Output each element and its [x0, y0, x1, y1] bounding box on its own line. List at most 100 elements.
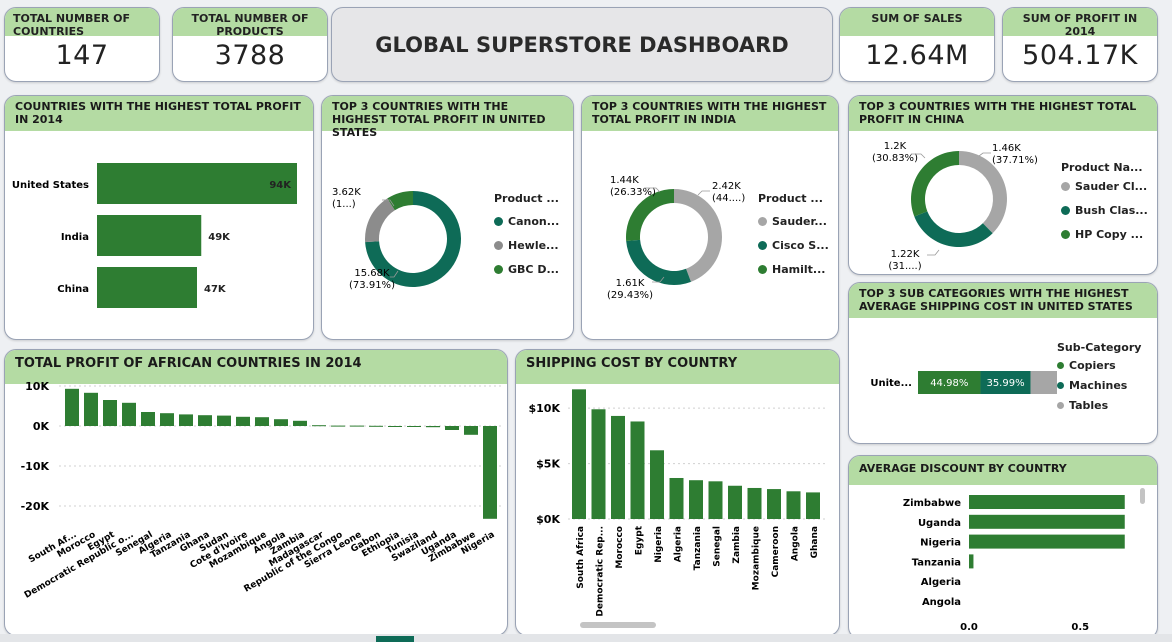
bar — [483, 426, 497, 519]
y-tick-label: 10K — [25, 380, 49, 393]
x-tick-label: Egypt — [635, 525, 645, 555]
y-tick-label: -10K — [21, 460, 50, 473]
legend-item[interactable]: Bush Clas... — [1061, 204, 1148, 217]
legend-dot-icon — [494, 241, 503, 250]
legend-label: Hamilt... — [772, 263, 826, 276]
india-top3-card: TOP 3 COUNTRIES WITH THE HIGHEST TOTAL P… — [581, 95, 839, 340]
shipping-cost-card: SHIPPING COST BY COUNTRY $10K $5K $0K South… — [515, 349, 840, 636]
category-label: Angola — [922, 597, 961, 608]
bar — [747, 487, 762, 519]
kpi-label: TOTAL NUMBER OF COUNTRIES — [5, 8, 159, 38]
bar — [97, 163, 297, 204]
data-label-pct: (1...) — [332, 199, 356, 210]
y-tick-label: $10K — [529, 402, 561, 415]
data-label: 35.99% — [986, 378, 1024, 389]
data-label: 94K — [269, 180, 292, 191]
bar — [217, 415, 231, 426]
data-label-value: 1.61K — [616, 278, 645, 289]
data-label-pct: (73.91%) — [349, 280, 395, 291]
bar — [969, 534, 1125, 549]
data-label-value: 1.46K — [992, 143, 1021, 154]
data-label-pct: (30.83%) — [872, 153, 918, 164]
legend-item[interactable]: Cisco S... — [758, 239, 829, 252]
bar — [445, 426, 459, 430]
avg-discount-bar-chart: 0.0 0.5 Zimbabwe Uganda Nigeria Tanzania Alger… — [903, 495, 1125, 633]
bar — [331, 425, 345, 427]
active-page-tab[interactable] — [376, 636, 414, 642]
bar — [728, 485, 742, 519]
kpi-sales-card: SUM OF SALES 12.64M — [839, 7, 995, 82]
x-tick-label: Morocco — [615, 526, 625, 569]
legend-dot-icon — [1057, 362, 1064, 369]
bar — [369, 425, 383, 427]
kpi-products-card: TOTAL NUMBER OF PRODUCTS 3788 — [172, 7, 328, 82]
x-tick-label: Democratic Rep... — [596, 526, 606, 617]
bar — [650, 450, 664, 519]
africa-profit-bar-chart: 10K0K-10K-20KSouth Af...MoroccoEgyptDemo… — [21, 380, 501, 601]
legend-label: Cisco S... — [772, 239, 829, 252]
category-label: Unite... — [870, 378, 912, 389]
legend-dot-icon — [1061, 230, 1070, 239]
legend-item[interactable]: Sauder... — [758, 215, 829, 228]
bar — [786, 491, 801, 519]
legend-label: Tables — [1069, 399, 1109, 412]
kpi-label: SUM OF SALES — [840, 8, 994, 36]
category-label: Algeria — [921, 577, 961, 588]
data-label-value: 1.44K — [610, 175, 639, 186]
us-top3-card: TOP 3 COUNTRIES WITH THE HIGHEST TOTAL P… — [321, 95, 574, 340]
data-label-value: 3.62K — [332, 187, 361, 198]
legend-dot-icon — [758, 265, 767, 274]
data-label: 44.98% — [930, 378, 968, 389]
bar — [388, 426, 402, 427]
legend: Product Na... Sauder Cl... Bush Clas... … — [1061, 161, 1148, 252]
category-label: Tanzania — [912, 557, 961, 568]
legend-item[interactable]: Copiers — [1057, 359, 1141, 372]
data-label-value: 2.42K — [712, 181, 741, 192]
kpi-label: TOTAL NUMBER OF PRODUCTS — [173, 8, 327, 38]
legend-label: Copiers — [1069, 359, 1116, 372]
data-label-pct: (37.71%) — [992, 155, 1038, 166]
legend-label: Sauder Cl... — [1075, 180, 1148, 193]
data-label-value: 15.68K — [354, 268, 390, 279]
bar — [630, 421, 645, 519]
kpi-value: 504.17K — [1022, 40, 1138, 71]
legend-item[interactable]: Hamilt... — [758, 263, 829, 276]
bar — [689, 480, 703, 519]
kpi-value: 3788 — [214, 40, 286, 71]
x-tick-label: Senegal — [713, 526, 723, 567]
legend-item[interactable]: Sauder Cl... — [1061, 180, 1148, 193]
bar — [312, 425, 326, 427]
avg-discount-card: AVERAGE DISCOUNT BY COUNTRY 0.0 0.5 Zimbab… — [848, 455, 1158, 639]
bar — [969, 514, 1125, 529]
page-tabs-strip — [0, 634, 1172, 642]
kpi-profit-card: SUM OF PROFIT IN 2014 504.17K — [1002, 7, 1158, 82]
legend-dot-icon — [1057, 402, 1064, 409]
bar — [407, 426, 421, 427]
kpi-value: 12.64M — [865, 40, 969, 71]
x-tick-label: Mozambique — [752, 526, 762, 590]
legend-item[interactable]: Machines — [1057, 379, 1141, 392]
legend-label: Bush Clas... — [1075, 204, 1148, 217]
x-tick-label: 0.5 — [1071, 622, 1089, 633]
legend-item[interactable]: Canon... — [494, 215, 559, 228]
legend-dot-icon — [758, 217, 767, 226]
data-label-pct: (29.43%) — [607, 290, 653, 301]
x-tick-label: Angola — [791, 526, 801, 561]
legend-item[interactable]: Hewle... — [494, 239, 559, 252]
x-tick-label: Nigeria — [654, 526, 664, 563]
legend-item[interactable]: HP Copy ... — [1061, 228, 1148, 241]
bar — [969, 495, 1125, 509]
legend-item[interactable]: Tables — [1057, 399, 1141, 412]
category-label: Zimbabwe — [903, 498, 961, 509]
vertical-scrollbar[interactable] — [1140, 488, 1145, 504]
legend: Sub-Category Copiers Machines Tables — [1057, 341, 1141, 419]
legend-dot-icon — [1061, 182, 1070, 191]
legend-label: Machines — [1069, 379, 1128, 392]
legend-title: Sub-Category — [1057, 341, 1142, 354]
legend-label: HP Copy ... — [1075, 228, 1144, 241]
legend: Product ... Canon... Hewle... GBC D... — [494, 192, 559, 287]
legend-item[interactable]: GBC D... — [494, 263, 559, 276]
category-label: China — [57, 284, 89, 295]
legend-dot-icon — [494, 265, 503, 274]
horizontal-scrollbar[interactable] — [580, 622, 656, 628]
